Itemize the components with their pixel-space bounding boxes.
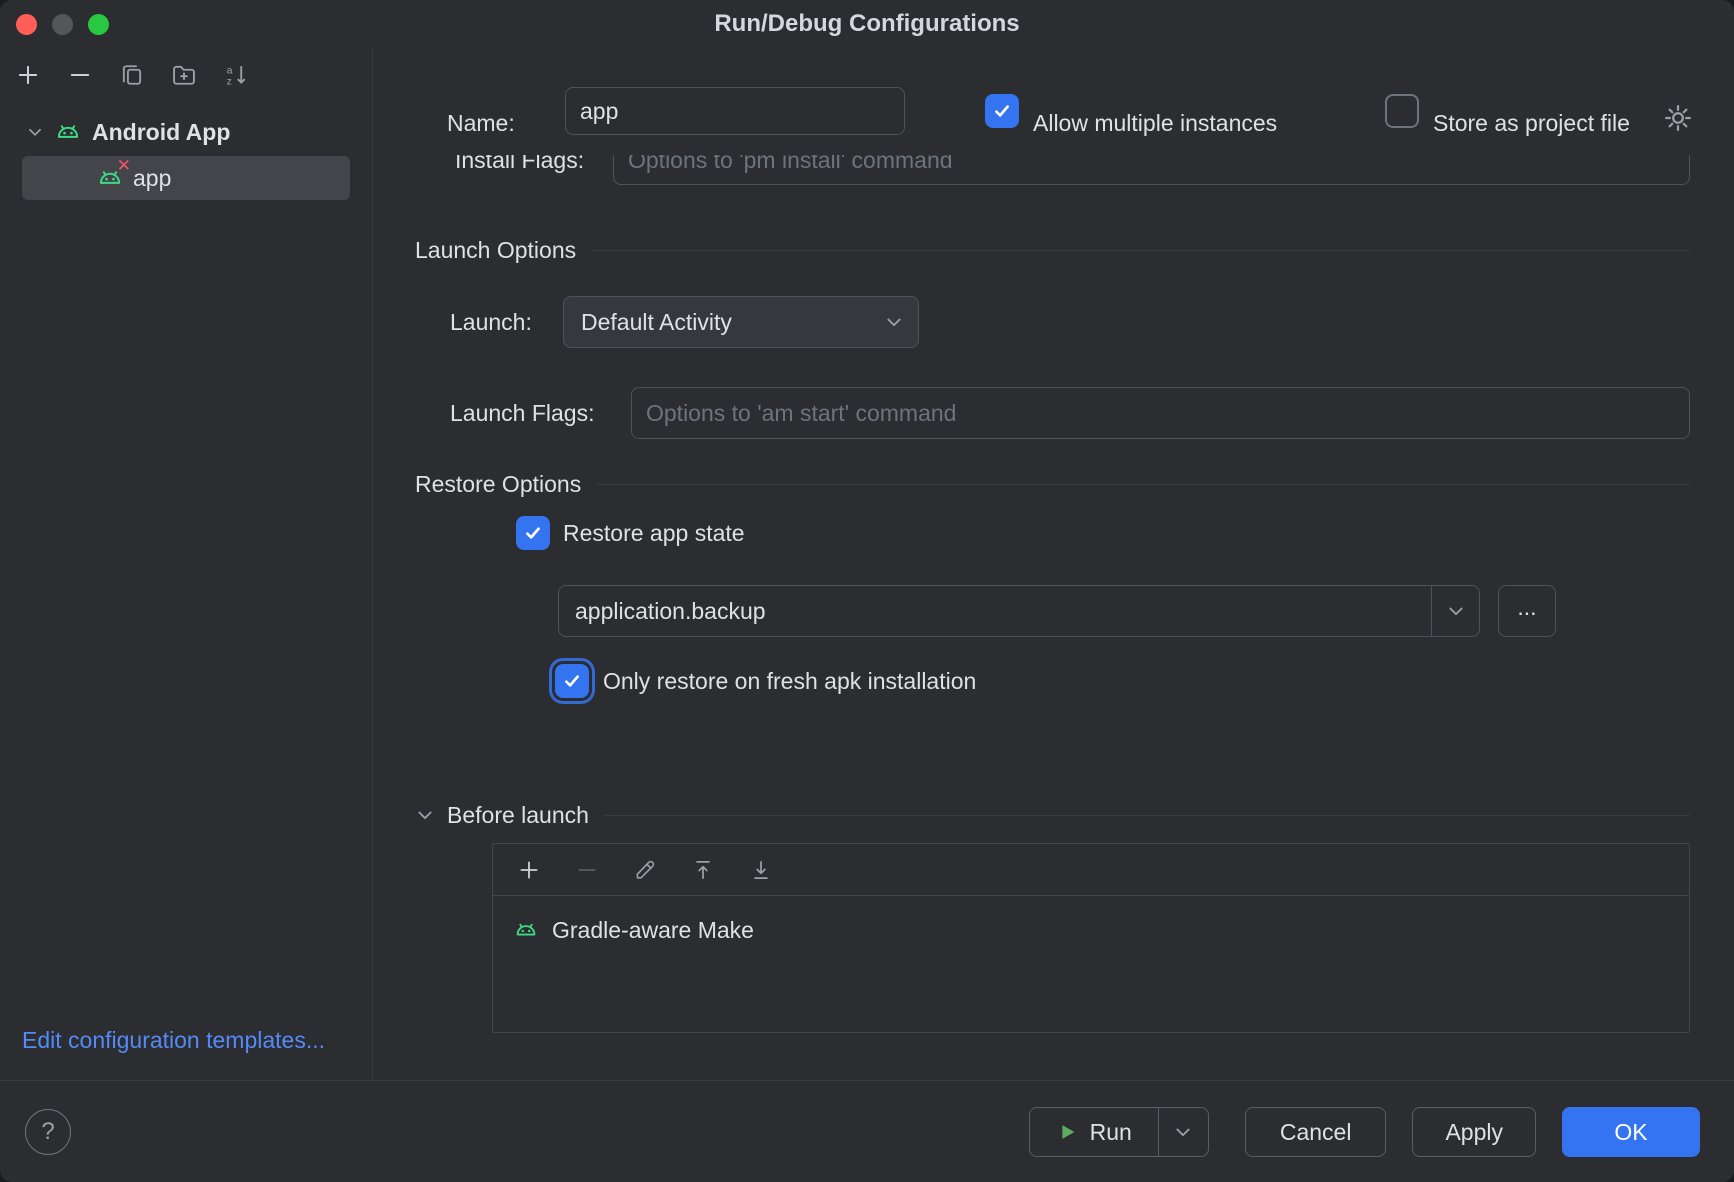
run-options-dropdown-button[interactable] (1158, 1108, 1208, 1156)
store-as-project-file-checkbox[interactable] (1385, 94, 1419, 128)
restore-options-title: Restore Options (415, 471, 581, 498)
configurations-tree: Android App ✕ app (0, 110, 372, 200)
gear-icon (1662, 102, 1694, 134)
name-input[interactable] (565, 87, 905, 135)
section-divider (597, 484, 1690, 485)
sort-configurations-button[interactable]: az (222, 61, 250, 89)
play-icon (1056, 1121, 1078, 1143)
run-split-button: Run (1029, 1107, 1209, 1157)
pencil-icon (632, 857, 658, 883)
remove-configuration-button[interactable] (66, 61, 94, 89)
minus-icon (66, 61, 94, 89)
move-task-up-button[interactable] (689, 856, 717, 884)
check-icon (562, 671, 582, 691)
only-restore-fresh-apk-checkbox[interactable] (555, 664, 589, 698)
move-up-icon (690, 857, 716, 883)
apply-button[interactable]: Apply (1412, 1107, 1536, 1157)
restore-app-state-checkbox[interactable] (516, 516, 550, 550)
before-launch-toolbar (493, 844, 1689, 896)
chevron-down-icon (1173, 1122, 1193, 1142)
before-launch-title: Before launch (447, 802, 589, 829)
window-title: Run/Debug Configurations (0, 0, 1734, 48)
only-restore-fresh-apk-label: Only restore on fresh apk installation (603, 664, 976, 698)
before-launch-task-row[interactable]: Gradle-aware Make (493, 902, 1689, 958)
launch-flags-label: Launch Flags: (450, 387, 594, 439)
store-as-project-file-label: Store as project file (1433, 99, 1630, 147)
dialog-footer: ? Run Cancel Apply OK (0, 1080, 1734, 1182)
plus-icon (516, 857, 542, 883)
launch-options-section-header: Launch Options (415, 235, 1690, 265)
configurations-sidebar: az Android App ✕ app Edit configuration … (0, 48, 373, 1080)
plus-icon (14, 61, 42, 89)
run-debug-configurations-dialog: Run/Debug Configurations az (0, 0, 1734, 1182)
allow-multiple-instances-label: Allow multiple instances (1033, 99, 1277, 147)
sidebar-toolbar: az (0, 48, 372, 102)
restore-options-section-header: Restore Options (415, 469, 1690, 499)
collapse-section-chevron-icon[interactable] (415, 805, 435, 825)
browse-backup-file-button[interactable]: ... (1498, 585, 1556, 637)
chevron-down-icon (1446, 601, 1466, 621)
launch-options-title: Launch Options (415, 237, 576, 264)
edit-task-button[interactable] (631, 856, 659, 884)
question-mark-icon: ? (41, 1118, 54, 1146)
copy-configuration-button[interactable] (118, 61, 146, 89)
before-launch-panel: Gradle-aware Make (492, 843, 1690, 1033)
before-launch-task-label: Gradle-aware Make (552, 917, 754, 944)
tree-group-android-app[interactable]: Android App (0, 110, 372, 154)
remove-task-button[interactable] (573, 856, 601, 884)
install-flags-label: Install Flags: (455, 155, 584, 185)
backup-file-dropdown-button[interactable] (1431, 586, 1479, 636)
new-folder-icon (170, 61, 198, 89)
android-icon (54, 118, 82, 146)
store-settings-button[interactable] (1662, 102, 1694, 134)
new-folder-button[interactable] (170, 61, 198, 89)
allow-multiple-instances-checkbox[interactable] (985, 94, 1019, 128)
tree-group-label: Android App (92, 119, 230, 146)
ok-button[interactable]: OK (1562, 1107, 1700, 1157)
launch-mode-value: Default Activity (581, 309, 732, 336)
minus-icon (574, 857, 600, 883)
before-launch-section-header: Before launch (415, 800, 1690, 830)
chevron-down-icon (26, 123, 44, 141)
check-icon (992, 101, 1012, 121)
backup-file-input[interactable] (559, 586, 1431, 636)
cancel-button[interactable]: Cancel (1245, 1107, 1387, 1157)
add-configuration-button[interactable] (14, 61, 42, 89)
edit-templates-link[interactable]: Edit configuration templates... (22, 1027, 325, 1054)
tree-item-app[interactable]: ✕ app (22, 156, 350, 200)
move-down-icon (748, 857, 774, 883)
launch-flags-input[interactable] (631, 387, 1690, 439)
error-badge: ✕ (117, 157, 131, 174)
install-flags-row: Install Flags: (373, 155, 1734, 185)
sort-alphabetically-icon: az (222, 61, 250, 89)
launch-mode-dropdown[interactable]: Default Activity (563, 296, 919, 348)
section-divider (592, 250, 1690, 251)
backup-file-combobox[interactable] (558, 585, 1480, 637)
tree-item-label: app (133, 165, 171, 192)
add-task-button[interactable] (515, 856, 543, 884)
name-label: Name: (447, 99, 515, 147)
configuration-editor: Name: Allow multiple instances Store as … (373, 48, 1734, 1080)
svg-text:z: z (227, 75, 232, 87)
section-divider (605, 815, 1690, 816)
move-task-down-button[interactable] (747, 856, 775, 884)
run-button[interactable]: Run (1030, 1108, 1158, 1156)
run-button-label: Run (1090, 1119, 1132, 1146)
check-icon (523, 523, 543, 543)
launch-label: Launch: (450, 296, 532, 348)
copy-icon (118, 61, 146, 89)
android-error-icon: ✕ (96, 164, 124, 192)
install-flags-input[interactable] (613, 155, 1690, 185)
android-icon (513, 917, 539, 943)
configuration-scroll-area: Install Flags: Launch Options Launch: De… (373, 155, 1734, 1080)
restore-app-state-label: Restore app state (563, 516, 745, 550)
chevron-down-icon (884, 312, 904, 332)
titlebar: Run/Debug Configurations (0, 0, 1734, 48)
help-button[interactable]: ? (25, 1109, 71, 1155)
footer-buttons: Run Cancel Apply OK (1029, 1107, 1700, 1157)
